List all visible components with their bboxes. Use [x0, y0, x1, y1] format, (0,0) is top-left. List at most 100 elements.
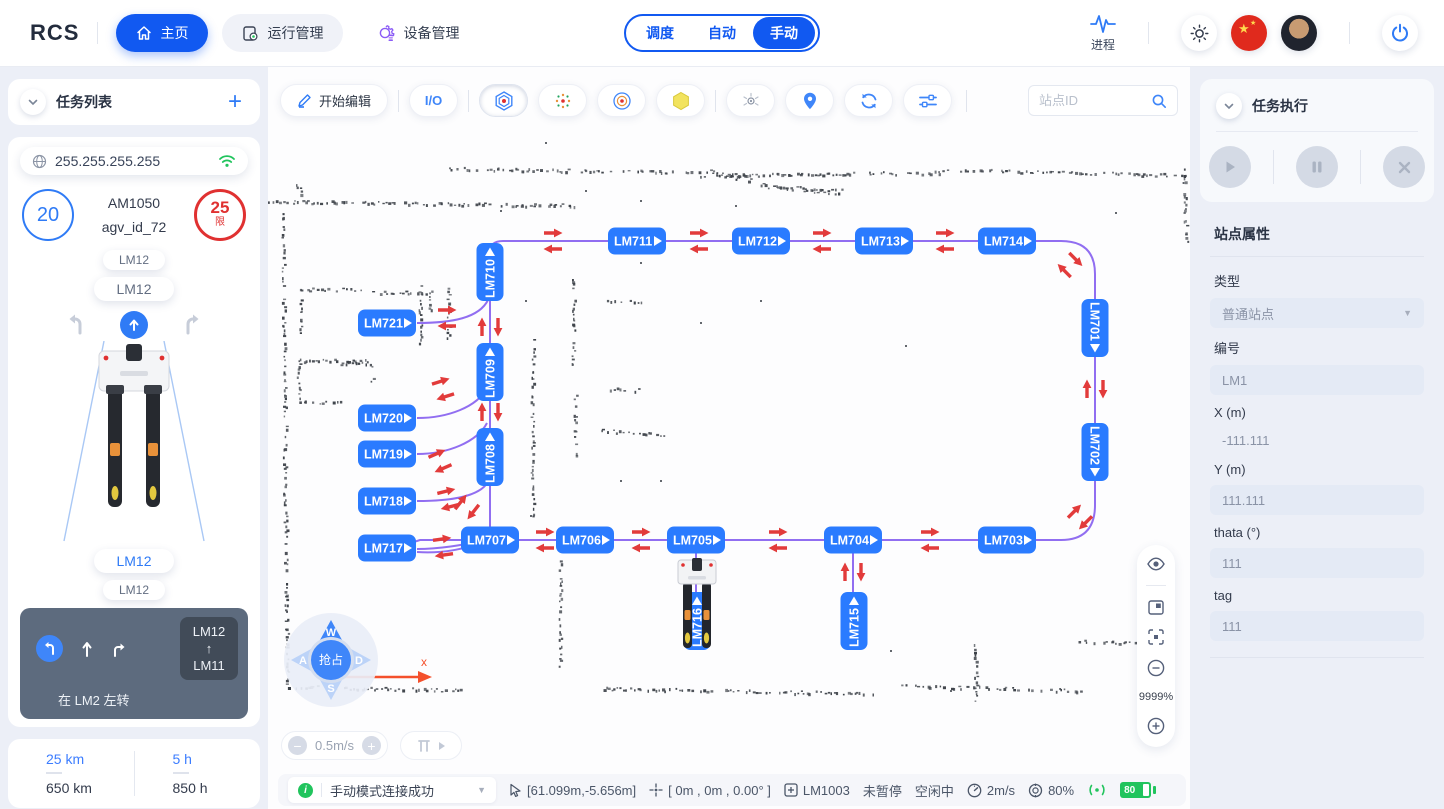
- station-node-LM703[interactable]: LM703: [978, 527, 1036, 554]
- power-button[interactable]: [1382, 15, 1418, 51]
- chevron-down-icon: ▼: [477, 785, 486, 795]
- station-node-LM704[interactable]: LM704: [824, 527, 882, 554]
- zoom-in-button[interactable]: [1147, 717, 1165, 735]
- hours-total: 850 h: [173, 780, 261, 796]
- station-search-input[interactable]: [1039, 93, 1143, 108]
- agv-card: 255.255.255.255 20 AM1050 agv_id_72 25限 …: [8, 137, 260, 727]
- add-task-button[interactable]: +: [228, 92, 248, 112]
- task-list-title: 任务列表: [56, 92, 112, 112]
- station-node-LM710[interactable]: LM710: [477, 243, 504, 301]
- station-node-LM706[interactable]: LM706: [556, 527, 614, 554]
- map-canvas[interactable]: LM711 LM712 LM713 LM714 LM710 LM721 LM701 LM709…: [268, 67, 1190, 809]
- divider: [1349, 22, 1350, 44]
- turn-right-button[interactable]: [178, 312, 204, 338]
- status-bar: i 手动模式连接成功 ▼ [61.099m,-5.656m] [ 0m , 0m…: [278, 774, 1186, 806]
- language-flag-button[interactable]: ★★: [1231, 15, 1267, 51]
- filter-settings-button[interactable]: [903, 84, 952, 117]
- gear-icon: [377, 24, 395, 42]
- location-pin-button[interactable]: [785, 84, 834, 117]
- globe-icon: [32, 154, 47, 169]
- station-node-LM721[interactable]: LM721: [358, 310, 416, 337]
- task-play-button[interactable]: [1209, 146, 1251, 188]
- user-avatar[interactable]: [1281, 15, 1317, 51]
- agv-ip-pill[interactable]: 255.255.255.255: [20, 147, 248, 175]
- task-exec-title: 任务执行: [1252, 96, 1308, 116]
- search-icon[interactable]: [1151, 93, 1167, 109]
- station-node-LM718[interactable]: LM718: [358, 488, 416, 515]
- station-node-LM707[interactable]: LM707: [461, 527, 519, 554]
- station-node-LM701[interactable]: LM701: [1082, 299, 1109, 357]
- collapse-task-exec-button[interactable]: [1216, 93, 1242, 119]
- divider: [398, 90, 399, 112]
- status-message-select[interactable]: i 手动模式连接成功 ▼: [288, 777, 496, 803]
- station-node-LM711[interactable]: LM711: [608, 228, 666, 255]
- code-input[interactable]: LM1: [1210, 365, 1424, 395]
- app-logo: RCS: [30, 20, 79, 46]
- nav-devices[interactable]: 设备管理: [357, 14, 479, 52]
- left-sidebar: 任务列表 + 255.255.255.255 20 AM1050 agv_id_…: [0, 67, 268, 809]
- station-node-LM712[interactable]: LM712: [732, 228, 790, 255]
- mode-manual[interactable]: 手动: [753, 17, 815, 49]
- go-forward-button[interactable]: [120, 311, 148, 339]
- station-node-LM717[interactable]: LM717: [358, 535, 416, 562]
- station-node-LM714[interactable]: LM714: [978, 228, 1036, 255]
- station-node-LM709[interactable]: LM709: [477, 343, 504, 401]
- nav-operations[interactable]: 运行管理: [222, 14, 343, 52]
- svg-text:LM702: LM702: [1088, 426, 1102, 465]
- pulse-icon: [1090, 13, 1116, 35]
- task-execution-card: 任务执行: [1200, 79, 1434, 202]
- turn-left-button[interactable]: [64, 312, 90, 338]
- io-button[interactable]: I/O: [409, 84, 458, 117]
- manual-joystick[interactable]: W A S D 抢占: [283, 612, 379, 708]
- scatter-layer-button[interactable]: [538, 84, 587, 117]
- station-layer-button[interactable]: [479, 84, 528, 117]
- station-node-LM719[interactable]: LM719: [358, 441, 416, 468]
- turn-right-white-icon[interactable]: [111, 641, 128, 657]
- station-node-LM702[interactable]: LM702: [1082, 423, 1109, 481]
- start-edit-button[interactable]: 开始编辑: [280, 84, 388, 117]
- lidar-layer-button[interactable]: [726, 84, 775, 117]
- divider: [966, 90, 967, 112]
- rings-layer-button[interactable]: [597, 84, 646, 117]
- type-label: 类型: [1210, 271, 1424, 290]
- home-icon: [136, 25, 152, 41]
- station-node-LM705[interactable]: LM705: [667, 527, 725, 554]
- turn-left-active-icon[interactable]: [36, 635, 63, 662]
- process-button[interactable]: 进程: [1090, 13, 1116, 53]
- svg-text:A: A: [299, 655, 307, 667]
- y-input[interactable]: 111.111: [1210, 485, 1424, 515]
- fork-action-button[interactable]: [400, 731, 462, 760]
- type-select[interactable]: 普通站点 ▼: [1210, 298, 1424, 328]
- svg-text:S: S: [327, 683, 334, 695]
- station-node-LM720[interactable]: LM720: [358, 405, 416, 432]
- svg-text:LM706: LM706: [562, 534, 601, 548]
- station-node-LM708[interactable]: LM708: [477, 428, 504, 486]
- hours-stat: 5 h 850 h: [134, 751, 261, 796]
- task-pause-button[interactable]: [1296, 146, 1338, 188]
- visibility-button[interactable]: [1147, 557, 1165, 571]
- collapse-task-list-button[interactable]: [20, 89, 46, 115]
- svg-text:LM705: LM705: [673, 534, 712, 548]
- straight-icon[interactable]: [80, 641, 94, 657]
- speed-decrease-button[interactable]: −: [288, 736, 307, 755]
- center-focus-button[interactable]: [1148, 629, 1164, 645]
- task-cancel-button[interactable]: [1383, 146, 1425, 188]
- theta-input[interactable]: 111: [1210, 548, 1424, 578]
- theme-toggle-button[interactable]: [1181, 15, 1217, 51]
- zone-layer-button[interactable]: [656, 84, 705, 117]
- nav-home[interactable]: 主页: [116, 14, 208, 52]
- speed-gauge: 20: [22, 189, 74, 241]
- minimap-button[interactable]: [1148, 600, 1164, 615]
- zoom-out-button[interactable]: [1147, 659, 1165, 677]
- svg-text:LM720: LM720: [364, 412, 403, 426]
- mode-dispatch[interactable]: 调度: [629, 17, 691, 49]
- mode-auto[interactable]: 自动: [691, 17, 753, 49]
- route-to: LM11: [190, 657, 228, 674]
- svg-text:抢占: 抢占: [319, 652, 343, 667]
- svg-text:LM710: LM710: [484, 259, 498, 298]
- refresh-button[interactable]: [844, 84, 893, 117]
- tag-input[interactable]: 111: [1210, 611, 1424, 641]
- speed-increase-button[interactable]: +: [362, 736, 381, 755]
- station-node-LM715[interactable]: LM715: [841, 592, 868, 650]
- station-node-LM713[interactable]: LM713: [855, 228, 913, 255]
